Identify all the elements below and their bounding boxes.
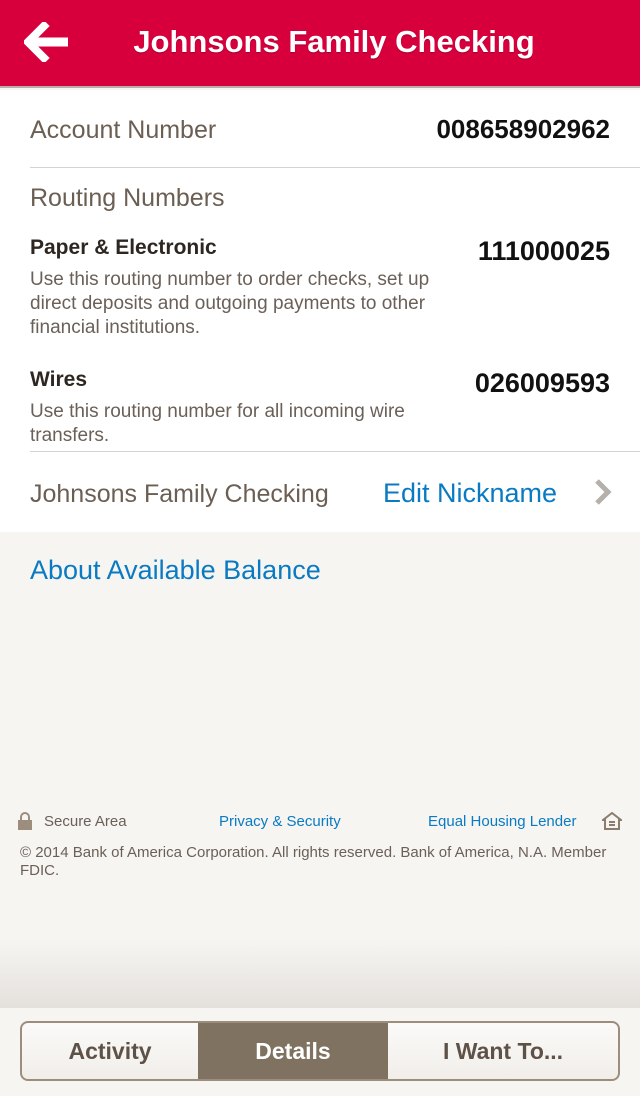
tab-details[interactable]: Details — [198, 1023, 388, 1079]
routing-item-name: Paper & Electronic — [30, 236, 217, 259]
routing-numbers-heading: Routing Numbers — [30, 184, 225, 212]
page-title: Johnsons Family Checking — [133, 24, 535, 59]
account-number-row: Account Number 008658902962 — [30, 90, 640, 168]
account-number-label: Account Number — [30, 116, 217, 144]
tab-activity[interactable]: Activity — [22, 1023, 198, 1079]
header-bar: Johnsons Family Checking — [0, 0, 640, 88]
routing-item-description: Use this routing number to order checks,… — [30, 269, 430, 338]
routing-item-description: Use this routing number for all incoming… — [30, 401, 405, 446]
routing-item-name: Wires — [30, 368, 88, 391]
secure-area: Secure Area — [18, 812, 127, 830]
edit-nickname-link[interactable]: Edit Nickname — [383, 478, 557, 509]
copyright-text: © 2014 Bank of America Corporation. All … — [20, 844, 607, 879]
about-available-balance-link[interactable]: About Available Balance — [30, 555, 321, 586]
routing-item-number: 026009593 — [474, 368, 610, 398]
tabbar-shadow — [0, 940, 640, 1008]
lock-icon — [18, 812, 32, 830]
account-details-card: Account Number 008658902962 Routing Numb… — [0, 90, 640, 532]
routing-item-number: 111000025 — [477, 236, 610, 266]
equal-housing-icon — [602, 812, 622, 830]
secure-area-label: Secure Area — [44, 812, 127, 830]
account-number-value: 008658902962 — [436, 114, 610, 144]
bottom-tab-bar: Activity Details I Want To... — [0, 1008, 640, 1096]
account-nickname: Johnsons Family Checking — [30, 480, 329, 508]
equal-housing-lender-link[interactable]: Equal Housing Lender — [428, 813, 576, 830]
privacy-security-link[interactable]: Privacy & Security — [219, 813, 341, 830]
segmented-control: Activity Details I Want To... — [20, 1021, 620, 1081]
chevron-right-icon — [595, 479, 612, 505]
edit-nickname-row[interactable]: Johnsons Family Checking Edit Nickname — [30, 451, 640, 532]
tab-i-want-to[interactable]: I Want To... — [388, 1023, 618, 1079]
